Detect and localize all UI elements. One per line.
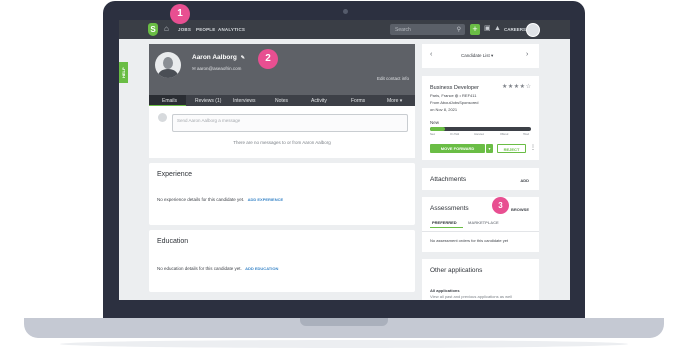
chevron-left-icon[interactable]: ‹ — [430, 51, 432, 58]
message-avatar — [158, 113, 167, 122]
tab-marketplace[interactable]: MARKETPLACE — [468, 220, 499, 225]
no-messages-text: There are no messages to or from Aaron A… — [233, 140, 331, 145]
tab-notes[interactable]: Notes — [275, 98, 288, 104]
stage-offered: Offered — [500, 133, 509, 136]
candidate-pager: ‹ Candidate List ▾ › — [422, 44, 539, 68]
tab-more-label: More — [387, 98, 399, 104]
avatar-face — [163, 57, 173, 69]
stage-progress-fill — [430, 127, 446, 131]
experience-card: Experience No experience details for thi… — [149, 163, 415, 225]
other-applications-card: Other applications All applications View… — [422, 259, 539, 300]
tab-reviews[interactable]: Reviews (1) — [195, 98, 221, 104]
app-screen: S ⌂ JOBS PEOPLE ANALYTICS Search ⚲ + ▣ ▲… — [119, 20, 570, 300]
globe-icon: ◍ — [454, 93, 459, 98]
tab-preferred-underline — [430, 227, 463, 228]
assessments-card: Assessments BROWSE PREFERRED MARKETPLACE… — [422, 197, 539, 252]
marker-3: 3 — [492, 197, 509, 214]
search-input[interactable]: Search ⚲ — [390, 24, 465, 35]
candidate-list-label: Candidate List — [461, 53, 490, 58]
camera-icon — [343, 9, 348, 14]
job-date: on Nov 8, 2021 — [430, 107, 458, 112]
job-application-card: Business Developer ★★★★☆ Paris, France ◍… — [422, 76, 539, 160]
marker-1: 1 — [170, 4, 190, 24]
tab-interviews[interactable]: Interviews — [233, 98, 256, 104]
education-title: Education — [157, 238, 189, 245]
tab-more[interactable]: More ▾ — [387, 98, 402, 104]
stage-on-hold: On Hold — [450, 133, 460, 136]
stage-label: New — [430, 120, 440, 125]
candidate-avatar — [155, 52, 181, 78]
logo-icon[interactable]: S — [148, 23, 158, 36]
experience-empty-text: No experience details for this candidate… — [157, 197, 245, 202]
avatar-body — [158, 69, 178, 78]
attachments-card: Attachments ADD — [422, 168, 539, 190]
experience-text: No experience details for this candidate… — [157, 197, 283, 202]
assessments-title: Assessments — [430, 205, 469, 212]
education-empty-text: No education details for this candidate … — [157, 266, 242, 271]
candidate-name: Aaron Aalborg ✎ — [192, 54, 245, 61]
message-panel: Send Aaron Aalborg a message There are n… — [149, 106, 415, 158]
nav-jobs[interactable]: JOBS — [178, 27, 191, 32]
stage-progress — [430, 127, 531, 131]
add-experience-link[interactable]: ADD EXPERIENCE — [248, 197, 284, 202]
rating-stars[interactable]: ★★★★☆ — [502, 83, 531, 90]
job-source: From AboutJobsSponsored — [430, 100, 479, 105]
reject-button[interactable]: REJECT — [497, 144, 526, 153]
candidate-tabs: Emails Reviews (1) Interviews Notes Acti… — [149, 95, 415, 106]
bell-icon[interactable]: ▲ — [494, 25, 501, 33]
job-location-text: Paris, France — [430, 93, 454, 98]
browse-assessments-link[interactable]: BROWSE — [511, 207, 529, 212]
marker-2: 2 — [258, 49, 278, 69]
candidate-name-text: Aaron Aalborg — [192, 54, 237, 61]
laptop-notch — [300, 318, 388, 326]
education-card: Education No education details for this … — [149, 230, 415, 292]
other-applications-title: Other applications — [430, 267, 483, 274]
add-button[interactable]: + — [470, 24, 480, 35]
chevron-right-icon[interactable]: › — [526, 51, 528, 58]
candidate-list-dropdown[interactable]: Candidate List ▾ — [461, 53, 493, 59]
experience-title: Experience — [157, 171, 193, 178]
job-location: Paris, France ◍ • REF411 — [430, 93, 477, 98]
tab-preferred[interactable]: PREFERRED — [432, 220, 457, 225]
tab-activity[interactable]: Activity — [311, 98, 327, 104]
help-tab[interactable]: HELP — [119, 62, 128, 83]
star-empty-icon: ☆ — [525, 84, 532, 90]
search-placeholder: Search — [395, 27, 411, 33]
candidate-email-text: aaron@aseaofrin.com — [197, 66, 242, 71]
add-attachment-link[interactable]: ADD — [520, 178, 529, 183]
tab-forms[interactable]: Forms — [351, 98, 365, 104]
message-input[interactable]: Send Aaron Aalborg a message — [172, 114, 408, 132]
candidate-email[interactable]: ✉ aaron@aseaofrin.com — [192, 66, 241, 72]
nav-people[interactable]: PEOPLE — [196, 27, 215, 32]
edit-contact-link[interactable]: Edit contact info — [377, 76, 409, 81]
stage-hired: Hired — [523, 133, 529, 136]
add-education-link[interactable]: ADD EDUCATION — [245, 266, 278, 271]
stage-interview: Interview — [474, 133, 485, 136]
tab-emails[interactable]: Emails — [162, 98, 177, 104]
home-icon[interactable]: ⌂ — [164, 25, 172, 33]
user-avatar[interactable] — [526, 23, 540, 37]
move-forward-button[interactable]: MOVE FORWARD — [430, 144, 485, 153]
inbox-icon[interactable]: ▣ — [484, 25, 491, 33]
nav-analytics[interactable]: ANALYTICS — [218, 27, 245, 32]
education-text: No education details for this candidate … — [157, 266, 278, 271]
attachments-title: Attachments — [430, 176, 467, 183]
message-placeholder: Send Aaron Aalborg a message — [177, 118, 241, 123]
all-applications-label[interactable]: All applications — [430, 288, 460, 293]
edit-pencil-icon[interactable]: ✎ — [241, 55, 245, 61]
mail-icon: ✉ — [192, 66, 196, 71]
careers-link[interactable]: CAREERS — [504, 27, 526, 32]
divider — [422, 231, 539, 232]
all-applications-text: View all past and previous applications … — [430, 294, 512, 299]
no-assessments-text: No assessment orders for this candidate … — [430, 238, 509, 243]
job-ref: REF411 — [462, 93, 477, 98]
stage-new: New — [430, 133, 436, 136]
top-bar: S ⌂ JOBS PEOPLE ANALYTICS Search ⚲ + ▣ ▲… — [119, 20, 570, 39]
more-options-icon[interactable]: ⋮ — [530, 145, 536, 152]
laptop-shadow — [60, 340, 628, 348]
job-title[interactable]: Business Developer — [430, 85, 479, 91]
search-icon: ⚲ — [456, 27, 461, 33]
move-forward-dropdown[interactable]: ▾ — [486, 144, 493, 153]
stage-labels: New On Hold Interview Offered Hired — [430, 133, 531, 137]
